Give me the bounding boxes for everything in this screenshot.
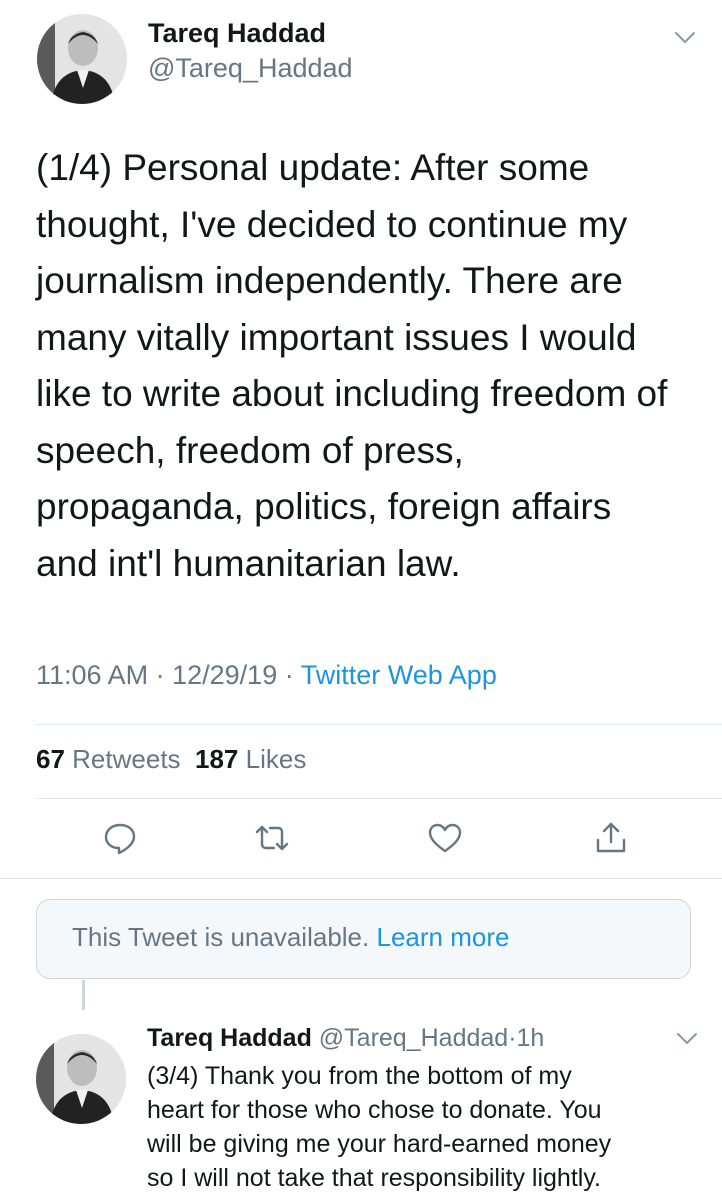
reply-author-avatar[interactable]	[36, 1034, 126, 1124]
reply-text-line: heart for those who chose to donate. You	[147, 1096, 602, 1124]
tweet-text-line: and int'l humanitarian law.	[36, 542, 461, 584]
share-icon[interactable]	[593, 820, 629, 856]
unavailable-message: This Tweet is unavailable. Learn more	[72, 922, 509, 953]
tweet-text-line: thought, I've decided to continue my	[36, 203, 628, 245]
reply-icon[interactable]	[102, 820, 138, 856]
engagement-stats: 67 Retweets 187 Likes	[36, 744, 306, 775]
reply-tweet-text: (3/4) Thank you from the bottom of my he…	[147, 1059, 707, 1195]
tweet-date: 12/29/19	[172, 660, 278, 690]
reply-text-line: so I will not take that responsibility l…	[147, 1164, 601, 1192]
tweet-meta: 11:06 AM · 12/29/19 · Twitter Web App	[36, 660, 497, 691]
source-app-link[interactable]: Twitter Web App	[301, 660, 497, 690]
reply-text-line: (3/4) Thank you from the bottom of my	[147, 1062, 572, 1090]
author-avatar[interactable]	[37, 14, 127, 104]
tweet-text-line: speech, freedom of press,	[36, 429, 464, 471]
tweet-text-line: propaganda, politics, foreign affairs	[36, 486, 612, 527]
unavailable-text: This Tweet is unavailable.	[72, 922, 370, 952]
retweets-stat[interactable]: 67 Retweets	[36, 744, 181, 774]
likes-label: Likes	[245, 744, 307, 774]
reply-header: Tareq Haddad @Tareq_Haddad·1h	[147, 1024, 544, 1053]
heart-icon[interactable]	[427, 820, 463, 856]
tweet-text-line: like to write about including freedom of	[36, 373, 668, 414]
meta-separator: ·	[155, 660, 165, 690]
tweet-text-line: many vitally important issues I would	[36, 316, 637, 358]
likes-count: 187	[195, 744, 239, 774]
learn-more-link[interactable]: Learn more	[376, 922, 509, 952]
reply-author-handle[interactable]: @Tareq_Haddad	[319, 1024, 508, 1052]
divider	[0, 878, 722, 879]
unavailable-tweet-card: This Tweet is unavailable. Learn more	[36, 899, 691, 979]
retweet-icon[interactable]	[254, 820, 290, 856]
tweet-text-line: journalism independently. There are	[36, 260, 623, 301]
retweets-label: Retweets	[72, 744, 181, 774]
meta-separator: ·	[284, 660, 294, 690]
reply-age: 1h	[516, 1024, 545, 1052]
chevron-down-icon[interactable]	[674, 31, 696, 45]
reply-separator: ·	[508, 1024, 517, 1052]
likes-stat[interactable]: 187 Likes	[195, 744, 306, 774]
avatar-photo	[36, 1034, 126, 1124]
tweet-text: (1/4) Personal update: After some though…	[36, 140, 706, 592]
author-handle[interactable]: @Tareq_Haddad	[148, 53, 353, 84]
avatar-photo	[37, 14, 127, 104]
divider	[36, 798, 722, 799]
thread-connector	[82, 980, 85, 1010]
chevron-down-icon[interactable]	[676, 1032, 698, 1046]
tweet-time: 11:06 AM	[36, 660, 149, 690]
reply-text-line: will be giving me your hard-earned money	[147, 1130, 612, 1158]
retweets-count: 67	[36, 744, 65, 774]
reply-author-name[interactable]: Tareq Haddad	[147, 1024, 312, 1052]
tweet-text-line: (1/4) Personal update: After some	[36, 147, 590, 188]
divider	[36, 724, 722, 725]
author-name[interactable]: Tareq Haddad	[148, 18, 326, 49]
